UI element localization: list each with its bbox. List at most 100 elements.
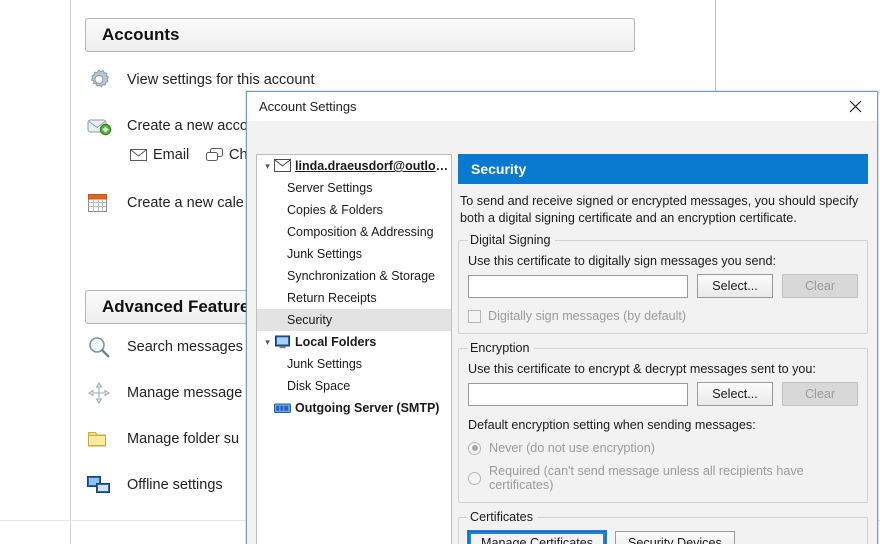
default-encryption-note: Default encryption setting when sending … — [468, 418, 858, 432]
digital-signing-clear-button[interactable]: Clear — [782, 274, 858, 298]
digital-signing-select-button[interactable]: Select... — [697, 274, 773, 298]
tree-item-label: Synchronization & Storage — [287, 269, 435, 283]
create-email-link[interactable]: Email — [130, 147, 189, 163]
digital-signing-certificate-input[interactable] — [468, 275, 688, 298]
encryption-clear-button[interactable]: Clear — [782, 382, 858, 406]
encryption-option-required-row[interactable]: Required (can't send message unless all … — [468, 464, 858, 492]
tree-item-label: Disk Space — [287, 379, 350, 393]
envelope-icon — [274, 159, 291, 173]
tree-item-label: Outgoing Server (SMTP) — [295, 401, 439, 415]
close-icon[interactable] — [833, 92, 877, 121]
certificates-legend: Certificates — [468, 510, 537, 524]
search-messages-row[interactable]: Search messages — [85, 333, 243, 361]
encryption-option-never-label: Never (do not use encryption) — [489, 441, 655, 455]
panel-header-label: Security — [471, 161, 526, 177]
encryption-select-button[interactable]: Select... — [697, 382, 773, 406]
manage-message-filters-label: Manage message — [127, 385, 242, 401]
dialog-titlebar: Account Settings — [247, 92, 877, 122]
encryption-legend: Encryption — [468, 341, 534, 355]
advanced-section-title: Advanced Feature — [102, 297, 249, 317]
tree-item-disk-space[interactable]: Disk Space — [257, 375, 451, 397]
screen: Accounts View settings for this account … — [0, 0, 880, 544]
panel-header: Security — [458, 154, 868, 184]
chat-icon — [206, 148, 223, 162]
offline-settings-label: Offline settings — [127, 477, 223, 493]
tree-item-junk-settings-local[interactable]: Junk Settings — [257, 353, 451, 375]
gear-icon — [85, 66, 113, 94]
dialog-title: Account Settings — [259, 99, 357, 114]
encryption-group: Encryption Use this certificate to encry… — [458, 341, 868, 503]
new-account-icon — [85, 112, 113, 140]
tree-item-label: Junk Settings — [287, 357, 362, 371]
tree-item-return-receipts[interactable]: Return Receipts — [257, 287, 451, 309]
tree-item-security[interactable]: Security — [257, 309, 451, 331]
encryption-field-label: Use this certificate to encrypt & decryp… — [468, 362, 858, 376]
magnifier-icon — [85, 333, 113, 361]
security-devices-button[interactable]: Security Devices — [615, 531, 735, 544]
folder-icon — [85, 425, 113, 453]
dialog-body: ▾ linda.draeusdorf@outloo... Server Sett… — [247, 121, 877, 544]
tree-item-label: linda.draeusdorf@outloo... — [295, 159, 451, 173]
tree-item-junk-settings-account[interactable]: Junk Settings — [257, 243, 451, 265]
encryption-option-never-row[interactable]: Never (do not use encryption) — [468, 441, 858, 455]
local-folders-icon — [274, 335, 291, 349]
certificates-button-row: Manage Certificates Security Devices — [468, 531, 858, 544]
create-calendar-row[interactable]: Create a new cale — [85, 189, 244, 217]
settings-tree[interactable]: ▾ linda.draeusdorf@outloo... Server Sett… — [256, 154, 452, 544]
certificates-group: Certificates Manage Certificates Securit… — [458, 510, 868, 544]
encryption-certificate-input[interactable] — [468, 383, 688, 406]
chevron-down-icon[interactable]: ▾ — [261, 337, 274, 348]
offline-settings-row[interactable]: Offline settings — [85, 471, 223, 499]
encryption-option-required-label: Required (can't send message unless all … — [489, 464, 858, 492]
tree-item-label: Composition & Addressing — [287, 225, 434, 239]
offline-icon — [85, 471, 113, 499]
tree-item-label: Junk Settings — [287, 247, 362, 261]
encryption-option-required-radio[interactable] — [468, 472, 481, 485]
digitally-sign-checkbox-label: Digitally sign messages (by default) — [488, 309, 686, 323]
digitally-sign-checkbox-row[interactable]: Digitally sign messages (by default) — [468, 309, 858, 323]
view-settings-row[interactable]: View settings for this account — [85, 66, 315, 94]
digital-signing-field-label: Use this certificate to digitally sign m… — [468, 254, 858, 268]
tree-item-label: Local Folders — [295, 335, 376, 349]
account-settings-dialog: Account Settings ▾ lind — [246, 91, 878, 544]
chevron-down-icon[interactable]: ▾ — [261, 161, 274, 172]
smtp-icon — [274, 401, 291, 415]
tree-item-server-settings[interactable]: Server Settings — [257, 177, 451, 199]
security-panel: Security To send and receive signed or e… — [458, 154, 868, 544]
manage-certificates-button[interactable]: Manage Certificates — [468, 531, 606, 544]
tree-item-label: Security — [287, 313, 332, 327]
create-account-label: Create a new acco — [127, 118, 248, 134]
panel-intro-text: To send and receive signed or encrypted … — [460, 193, 866, 226]
envelope-icon — [130, 148, 147, 162]
filter-icon — [85, 379, 113, 407]
background-divider-left — [70, 0, 71, 544]
create-chat-label: Ch — [229, 147, 248, 163]
search-messages-label: Search messages — [127, 339, 243, 355]
tree-item-outgoing-server-smtp[interactable]: Outgoing Server (SMTP) — [257, 397, 451, 419]
create-email-label: Email — [153, 147, 189, 163]
tree-item-composition-addressing[interactable]: Composition & Addressing — [257, 221, 451, 243]
encryption-row: Select... Clear — [468, 382, 858, 406]
tree-item-copies-folders[interactable]: Copies & Folders — [257, 199, 451, 221]
digitally-sign-checkbox[interactable] — [468, 310, 481, 323]
tree-item-synchronization-storage[interactable]: Synchronization & Storage — [257, 265, 451, 287]
create-chat-link[interactable]: Ch — [206, 147, 248, 163]
create-account-row[interactable]: Create a new acco — [85, 112, 248, 140]
accounts-section-title: Accounts — [102, 25, 179, 45]
calendar-icon — [85, 189, 113, 217]
digital-signing-row: Select... Clear — [468, 274, 858, 298]
manage-folder-subscriptions-label: Manage folder su — [127, 431, 239, 447]
tree-item-account[interactable]: ▾ linda.draeusdorf@outloo... — [257, 155, 451, 177]
manage-message-filters-row[interactable]: Manage message — [85, 379, 242, 407]
tree-item-label: Return Receipts — [287, 291, 377, 305]
view-settings-label: View settings for this account — [127, 72, 315, 88]
create-calendar-label: Create a new cale — [127, 195, 244, 211]
tree-item-local-folders[interactable]: ▾ Local Folders — [257, 331, 451, 353]
accounts-section-header: Accounts — [85, 18, 635, 52]
tree-item-label: Copies & Folders — [287, 203, 383, 217]
manage-folder-subscriptions-row[interactable]: Manage folder su — [85, 425, 239, 453]
encryption-option-never-radio[interactable] — [468, 442, 481, 455]
tree-item-label: Server Settings — [287, 181, 372, 195]
digital-signing-legend: Digital Signing — [468, 233, 555, 247]
digital-signing-group: Digital Signing Use this certificate to … — [458, 233, 868, 334]
